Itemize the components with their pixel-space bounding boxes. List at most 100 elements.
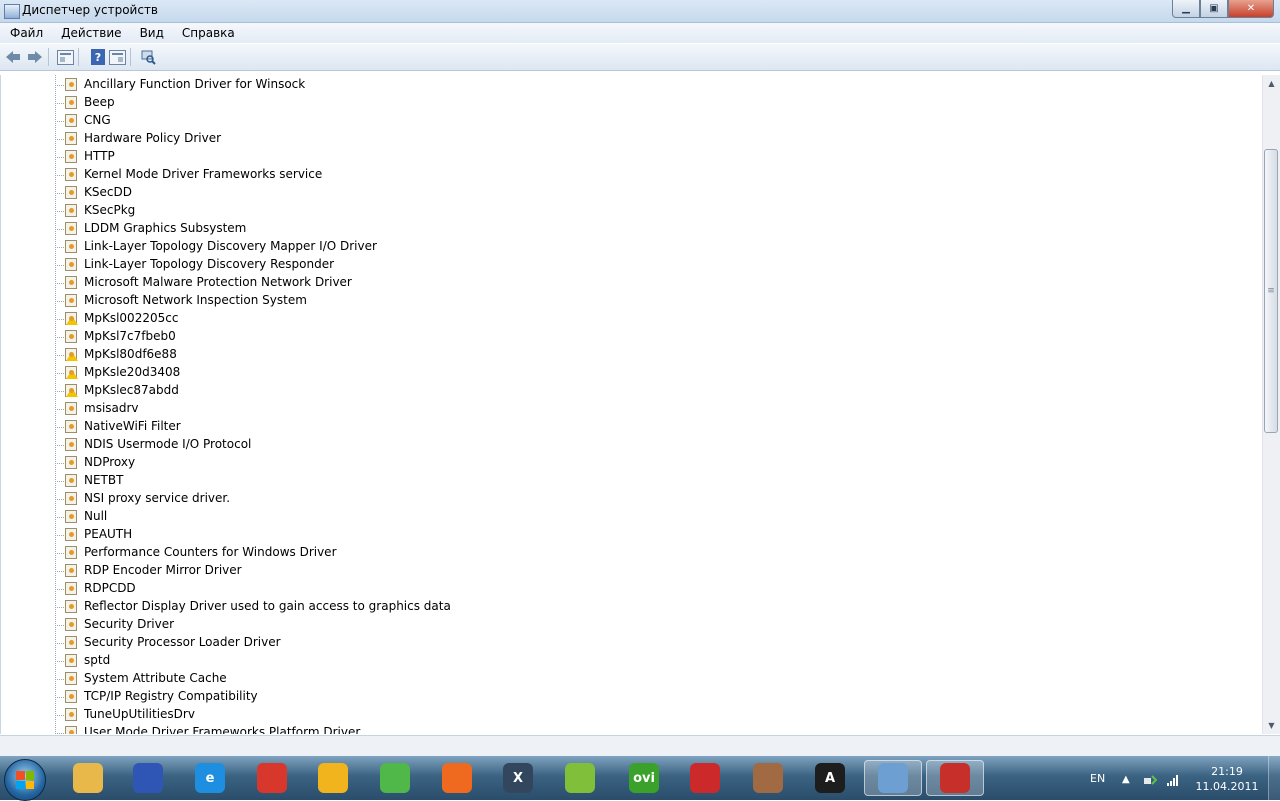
taskbar-app-button[interactable] [685, 760, 725, 796]
taskbar-app-button[interactable] [313, 760, 353, 796]
tree-connector-line [55, 121, 64, 122]
clock-time: 21:19 [1211, 765, 1243, 778]
tree-item[interactable]: TuneUpUtilitiesDrv [55, 706, 555, 724]
close-button[interactable]: ✕ [1228, 0, 1274, 18]
tree-item-label: Null [84, 509, 108, 523]
tree-item[interactable]: NativeWiFi Filter [55, 418, 555, 436]
forward-arrow-icon[interactable] [26, 48, 44, 66]
tree-item[interactable]: NETBT [55, 472, 555, 490]
device-manager-app-icon [4, 4, 20, 19]
device-driver-icon [65, 402, 77, 415]
tree-item[interactable]: RDP Encoder Mirror Driver [55, 562, 555, 580]
device-driver-icon [65, 636, 77, 649]
tree-item[interactable]: PEAUTH [55, 526, 555, 544]
vertical-scrollbar[interactable]: ▲ ≡ ▼ [1262, 75, 1280, 734]
tree-item[interactable]: Microsoft Malware Protection Network Dri… [55, 274, 555, 292]
tree-item[interactable]: NDProxy [55, 454, 555, 472]
clock[interactable]: 21:19 11.04.2011 [1188, 764, 1266, 794]
tree-item[interactable]: NSI proxy service driver. [55, 490, 555, 508]
tree-item[interactable]: NDIS Usermode I/O Protocol [55, 436, 555, 454]
tree-item[interactable]: Link-Layer Topology Discovery Mapper I/O… [55, 238, 555, 256]
taskbar-app-button[interactable] [748, 760, 788, 796]
crossover-icon: X [503, 763, 533, 793]
scan-hardware-icon[interactable] [139, 48, 157, 66]
menu-help[interactable]: Справка [174, 26, 243, 40]
menu-action[interactable]: Действие [53, 26, 129, 40]
status-bar [0, 735, 1280, 757]
taskbar-app-button[interactable] [864, 760, 922, 796]
taskbar-app-button[interactable] [252, 760, 292, 796]
tree-item[interactable]: System Attribute Cache [55, 670, 555, 688]
taskbar-app-button[interactable]: e [190, 760, 230, 796]
device-driver-icon [65, 204, 77, 217]
taskbar-app-button[interactable] [68, 760, 108, 796]
tree-connector-line [55, 301, 64, 302]
tree-item[interactable]: Beep [55, 94, 555, 112]
tree-item[interactable]: sptd [55, 652, 555, 670]
tree-connector-line [55, 697, 64, 698]
tree-item[interactable]: KSecDD [55, 184, 555, 202]
help-icon[interactable]: ? [91, 49, 105, 65]
tree-item[interactable]: Link-Layer Topology Discovery Responder [55, 256, 555, 274]
menu-file[interactable]: Файл [2, 26, 51, 40]
taskbar-app-button[interactable] [128, 760, 168, 796]
tree-item[interactable]: HTTP [55, 148, 555, 166]
tree-item[interactable]: Reflector Display Driver used to gain ac… [55, 598, 555, 616]
tree-item[interactable]: RDPCDD [55, 580, 555, 598]
tree-item[interactable]: Performance Counters for Windows Driver [55, 544, 555, 562]
tree-item[interactable]: MpKsl80df6e88 [55, 346, 555, 364]
tree-item[interactable]: Ancillary Function Driver for Winsock [55, 76, 555, 94]
scroll-thumb[interactable]: ≡ [1264, 149, 1278, 433]
window-title: Диспетчер устройств [22, 3, 159, 17]
start-button[interactable] [4, 759, 46, 801]
tree-connector-line [55, 625, 64, 626]
network-icon[interactable] [1143, 774, 1158, 789]
taskbar-app-button[interactable]: ovi [624, 760, 664, 796]
device-driver-icon [65, 564, 77, 577]
device-driver-icon [65, 420, 77, 433]
tree-item[interactable]: Hardware Policy Driver [55, 130, 555, 148]
tree-item[interactable]: MpKslec87abdd [55, 382, 555, 400]
tree-connector-line [55, 499, 64, 500]
tree-item[interactable]: Security Driver [55, 616, 555, 634]
tray-arrow-icon[interactable]: ▲ [1122, 774, 1130, 785]
taskbar-app-button[interactable]: X [498, 760, 538, 796]
taskbar-app-button[interactable]: A [810, 760, 850, 796]
language-indicator[interactable]: EN [1090, 772, 1105, 785]
taskbar-app-button[interactable] [926, 760, 984, 796]
taskbar-app-button[interactable] [560, 760, 600, 796]
tree-item[interactable]: Null [55, 508, 555, 526]
tree-item[interactable]: msisadrv [55, 400, 555, 418]
view-icon[interactable] [109, 49, 126, 65]
yandex-disk-icon [380, 763, 410, 793]
tree-item[interactable]: CNG [55, 112, 555, 130]
tree-item[interactable]: Kernel Mode Driver Frameworks service [55, 166, 555, 184]
device-driver-icon [65, 114, 77, 127]
tree-connector-line [55, 391, 64, 392]
back-arrow-icon[interactable] [4, 48, 22, 66]
tree-connector-line [55, 337, 64, 338]
tree-item[interactable]: KSecPkg [55, 202, 555, 220]
tree-item[interactable]: TCP/IP Registry Compatibility [55, 688, 555, 706]
show-desktop-button[interactable] [1268, 756, 1280, 800]
properties-icon[interactable] [57, 49, 74, 65]
tree-item[interactable]: MpKsl002205cc [55, 310, 555, 328]
maximize-button[interactable]: ▣ [1200, 0, 1228, 18]
tree-item[interactable]: Security Processor Loader Driver [55, 634, 555, 652]
minimize-button[interactable]: ▁ [1172, 0, 1200, 18]
tree-item[interactable]: MpKsle20d3408 [55, 364, 555, 382]
device-warning-icon [65, 384, 78, 397]
device-warning-icon [65, 312, 78, 325]
scroll-down-button[interactable]: ▼ [1263, 717, 1280, 734]
tree-item[interactable]: Microsoft Network Inspection System [55, 292, 555, 310]
signal-icon[interactable] [1166, 774, 1180, 789]
taskbar-app-button[interactable] [375, 760, 415, 796]
tree-item-label: msisadrv [84, 401, 139, 415]
taskbar-app-button[interactable] [437, 760, 477, 796]
tree-item[interactable]: User Mode Driver Frameworks Platform Dri… [55, 724, 555, 734]
scroll-up-button[interactable]: ▲ [1263, 75, 1280, 92]
tree-item-label: Beep [84, 95, 115, 109]
menu-view[interactable]: Вид [132, 26, 172, 40]
tree-item[interactable]: LDDM Graphics Subsystem [55, 220, 555, 238]
tree-item[interactable]: MpKsl7c7fbeb0 [55, 328, 555, 346]
